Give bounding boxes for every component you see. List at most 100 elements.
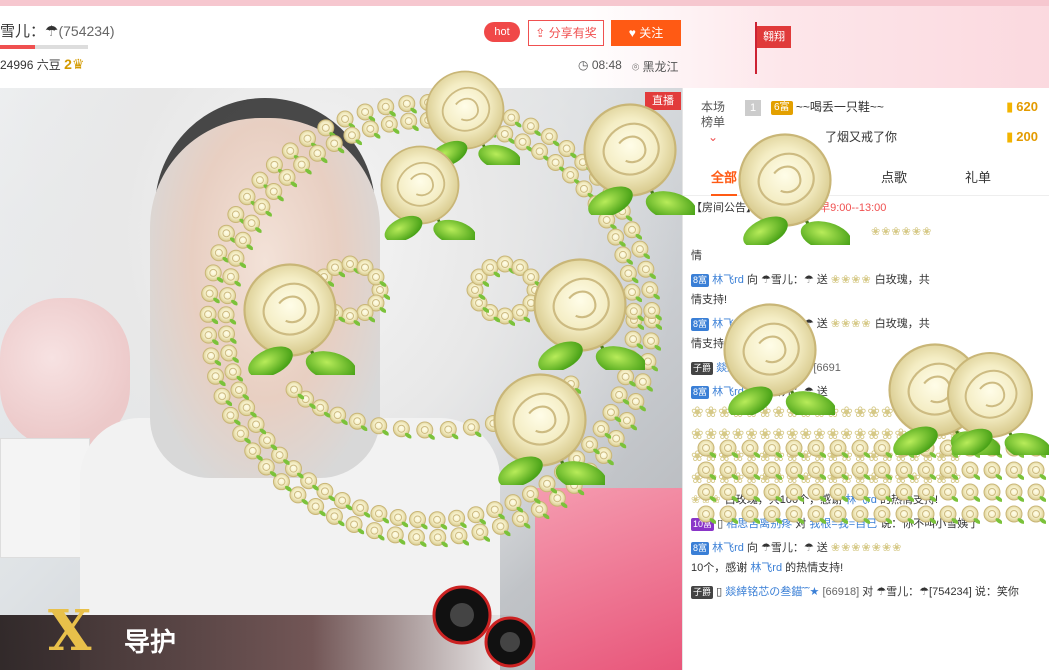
chat-message: 子爵 ▯ 燚緈铭芯の叁錨˜˜★ [66918] 对 ☂雪儿：☂[754234] … (691, 582, 1046, 602)
umbrella-icon: ☂ (803, 318, 814, 330)
sender-nick[interactable]: 燚緈铭芯の叁錨˜˜★ (725, 586, 819, 598)
user-title-badge: 子爵 (691, 585, 714, 599)
gift-rose-grid: ❀❀❀❀❀❀❀❀❀❀❀❀❀❀❀❀❀❀❀❀ ❀❀❀❀❀❀❀❀❀❀❀❀❀❀❀❀❀❀❀❀… (691, 404, 963, 487)
receiver-nick: 雪儿： (770, 318, 804, 330)
umbrella-icon: ☂ (760, 318, 771, 330)
receiver-nick: 雪儿： (770, 542, 804, 554)
chat-message: 8富 林飞rd 向 ☂雪儿：☂ 送 ❀❀❀❀❀❀❀ 10个，感谢 林飞rd 的热… (691, 538, 1046, 578)
rank-number: 1 (745, 99, 761, 116)
anchor-name[interactable]: 雪儿：☂(754234) (0, 20, 115, 41)
room-notice: 【房间公告】 早9:00--13:00 (691, 198, 1046, 218)
sender-nick[interactable]: 相思苦离别疼 (726, 518, 792, 530)
anchor-name-text: 雪儿： (0, 23, 46, 40)
phone-icon: ▯ (716, 586, 723, 598)
gift-rose-icons: ❀❀❀❀❀❀ (871, 226, 933, 238)
live-duration: ◷ 08:48 (578, 58, 622, 72)
sender-nick[interactable]: 林飞rd (712, 386, 744, 398)
share-button[interactable]: ⇪ 分享有奖 (528, 20, 604, 46)
user-level-badge: 8富 (691, 317, 710, 331)
chat-message: 8富 林飞rd 向 ☂雪儿：☂ 送 ❀❀❀❀ 白玫瑰，共 情支持! (691, 270, 1046, 310)
notice-label: 【房间公告】 (691, 202, 757, 214)
level-progress-fill (0, 45, 36, 49)
umbrella-icon: ☂ (45, 23, 59, 40)
umbrella-icon: ☂ (760, 386, 771, 398)
chat-message: 8富 林飞rd 向 ☂雪儿：☂ 送 ❀❀❀❀❀❀❀❀❀❀❀❀❀❀❀❀❀❀❀❀ ❀❀… (691, 382, 1046, 510)
speaker-icon (432, 585, 536, 668)
message-text: 你不叫小雪姨了 (902, 518, 980, 530)
message-tail2: 情支持! (691, 338, 728, 350)
side-panel: 本场 榜单 ⌄ 1 6富 ~~喝丢一只鞋~~ 620 了烟又戒了你 200 全部 … (682, 88, 1049, 670)
chat-list[interactable]: 【房间公告】 早9:00--13:00 ❀❀❀❀❀❀ 情 8富 林飞rd 向 ☂… (691, 198, 1046, 606)
live-time: 08:48 (591, 58, 622, 72)
message-action: 说： (880, 518, 903, 530)
message-tail: 白玫瑰，共 (874, 318, 930, 330)
umbrella-icon: ☂ (919, 586, 930, 598)
sender-room-id: [66918] (822, 586, 860, 598)
shelf (0, 438, 90, 558)
clock-icon: ◷ (578, 58, 589, 72)
thanks-tail: 的热情支持! (785, 562, 844, 574)
location-pin-icon: ⌾ (632, 60, 640, 74)
share-icon: ⇪ (535, 26, 546, 40)
streamer-face (150, 118, 380, 478)
follow-button[interactable]: ♥ 关注 (611, 20, 681, 46)
chevron-down-icon: ⌄ (707, 130, 719, 144)
message-verb: 向 (746, 542, 758, 554)
gift-rose-icons: ❀❀❀❀ (830, 274, 872, 286)
gift-rose-icons: ❀❀❀ (691, 494, 722, 506)
thanks-nick[interactable]: 林飞rd (750, 562, 782, 574)
thanks-tail: 的热情支持! (879, 494, 939, 506)
gift-rose-icons: ❀❀❀❀❀❀❀ (830, 542, 903, 554)
share-label: 分享有奖 (548, 26, 597, 40)
sender-nick[interactable]: 林飞rd (712, 542, 744, 554)
gift-summary: 白玫瑰，共100个，感谢 (724, 494, 843, 506)
user-level-badge: 8富 (691, 273, 710, 287)
list-item: 情 (691, 246, 1046, 266)
umbrella-icon: ☂ (760, 274, 771, 286)
chat-message: 8富 林飞rd 向 ☂雪儿：☂ 送 ❀❀❀❀ 白玫瑰，共 情支持! (691, 314, 1046, 354)
gift-summary: 10个，感谢 (691, 562, 748, 574)
rank-coins: 200 (1006, 122, 1038, 152)
rank-row-1[interactable]: 1 6富 ~~喝丢一只鞋~~ 620 (745, 92, 1049, 122)
flag-label: 翱翔 (757, 26, 791, 48)
chat-tabs: 全部 点歌 礼单 (683, 160, 1049, 196)
anchor-location: ⌾ 黑龙江 (632, 58, 679, 75)
follow-label: 关注 (639, 26, 664, 40)
location-text: 黑龙江 (642, 60, 679, 74)
umbrella-icon: ☂ (803, 274, 814, 286)
list-item: ❀❀❀❀❀❀ (691, 222, 1046, 242)
receiver-nick: 雪儿： (886, 586, 920, 598)
umbrella-icon: ☂ (876, 586, 887, 598)
hot-badge: hot (484, 22, 520, 42)
gift-rose-icons: ❀❀❀❀ (830, 318, 872, 330)
umbrella-icon: ☂ (803, 386, 814, 398)
tab-gift-list[interactable]: 礼单 (965, 160, 991, 196)
rank-row-2[interactable]: 了烟又戒了你 200 (745, 122, 1049, 152)
sender-nick[interactable]: 燚緈铭芯の叁錨˜˜★ (716, 362, 810, 374)
umbrella-icon: ☂ (760, 542, 771, 554)
pink-decoration (535, 488, 682, 670)
guard-x-logo: X (48, 598, 92, 664)
sender-nick[interactable]: 林飞rd (712, 318, 744, 330)
live-video-stream[interactable] (0, 88, 682, 670)
chat-message: 10富 ▯ 相思苦离别疼 对 我根=我=自己 说：你不叫小雪姨了 (691, 514, 1046, 534)
sender-room-id: [6691 (813, 362, 841, 374)
user-level-badge: 8富 (691, 385, 710, 399)
message-tail: 白玫瑰，共 (874, 274, 930, 286)
tab-all[interactable]: 全部 (711, 160, 738, 196)
room-header: 雪儿：☂(754234) 24996 六豆 2♛ hot ⇪ 分享有奖 ♥ 关注… (0, 0, 1049, 88)
sender-nick[interactable]: 林飞rd (712, 274, 744, 286)
guard-label[interactable]: 导护 (124, 622, 176, 659)
message-action: 送 (816, 318, 828, 330)
rank-tab[interactable]: 本场 榜单 ⌄ (683, 88, 743, 160)
user-title-badge: 子爵 (691, 361, 714, 375)
receiver-nick[interactable]: 我根=我=自己 (809, 518, 877, 530)
beans-count: 24996 六豆 (0, 58, 61, 72)
rank-coins: 620 (1006, 92, 1038, 122)
chat-message: 子爵 燚緈铭芯の叁錨˜˜★ [6691 (691, 358, 1046, 378)
umbrella-icon: ☂ (803, 542, 814, 554)
thanks-nick[interactable]: 林飞rd (845, 494, 877, 506)
tab-song-request[interactable]: 点歌 (881, 160, 907, 196)
receiver-nick: 雪儿： (770, 386, 804, 398)
receiver-nick: 雪儿： (770, 274, 804, 286)
